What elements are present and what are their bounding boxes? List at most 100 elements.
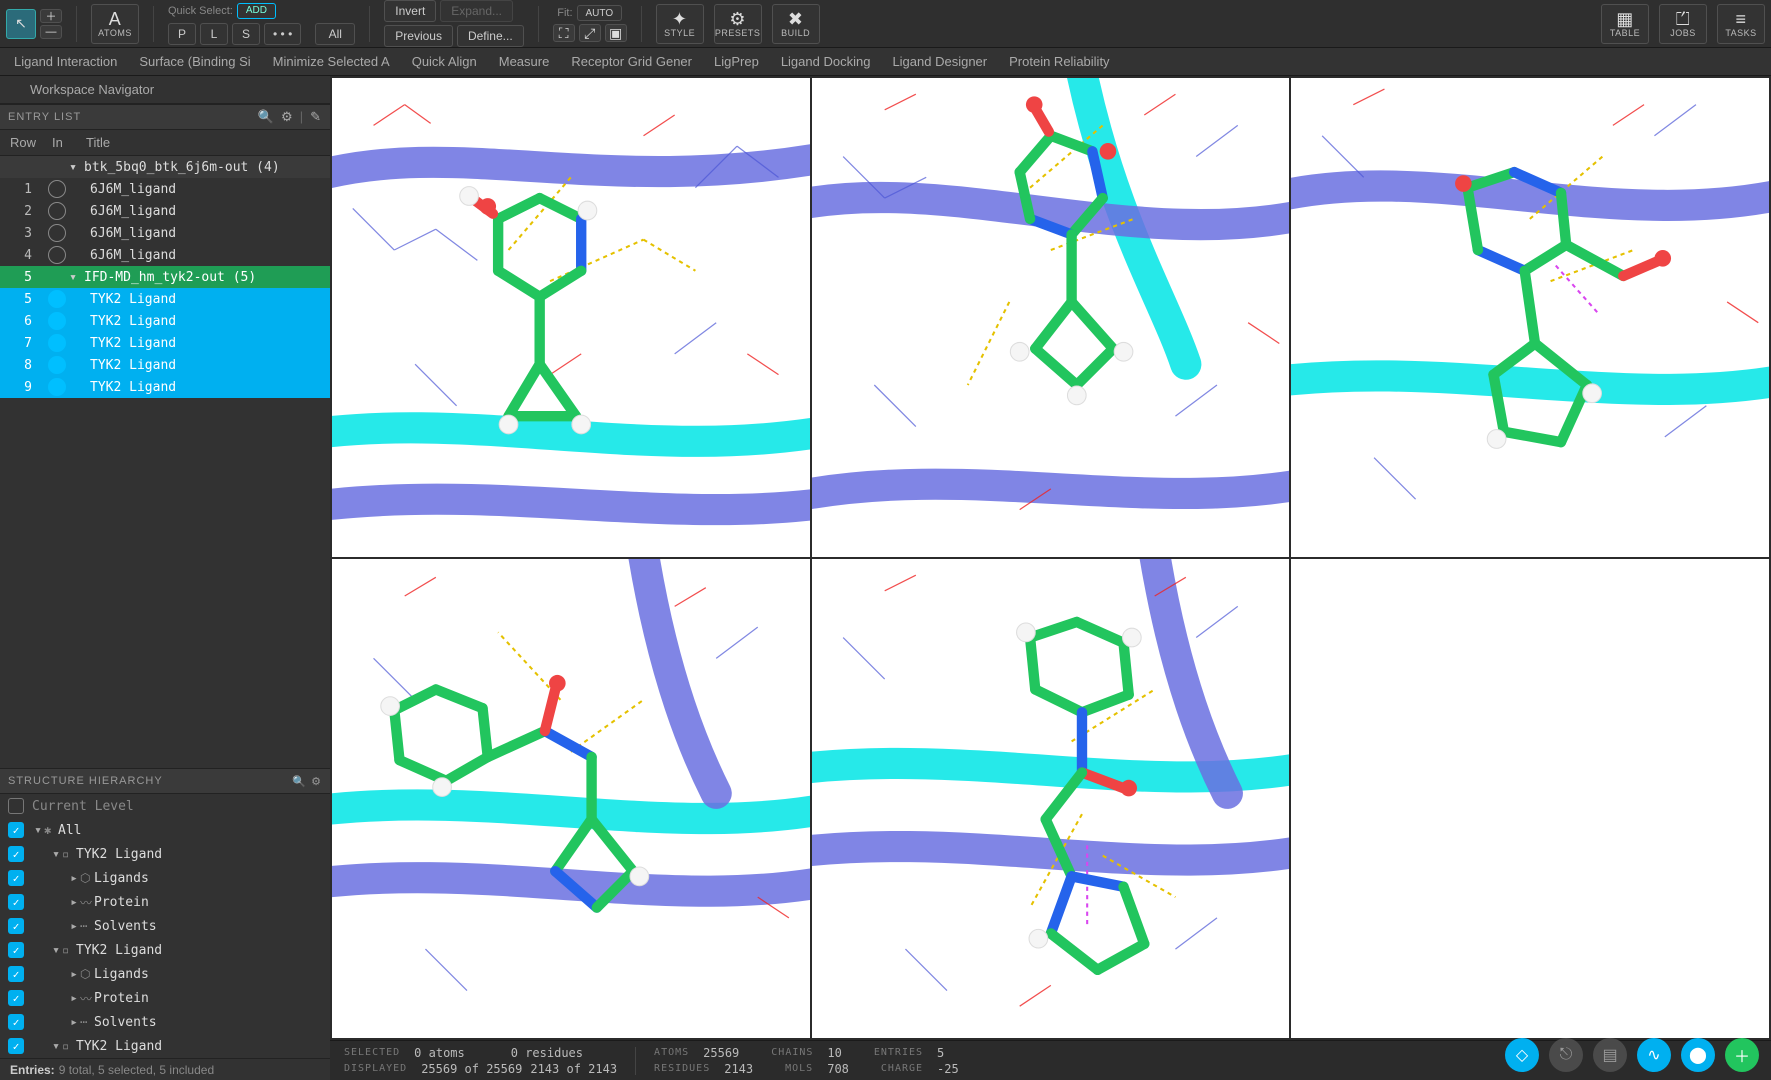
sh-child-row[interactable]: ✓▸⋯Solvents — [0, 914, 330, 938]
checkbox[interactable]: ✓ — [8, 1038, 24, 1054]
menu-minimize[interactable]: Minimize Selected A — [273, 54, 390, 69]
include-toggle[interactable] — [48, 378, 66, 396]
sh-child-row[interactable]: ✓▸⬡Ligands — [0, 962, 330, 986]
chevron-down-icon[interactable]: ▾ — [50, 943, 62, 958]
viewport-tile[interactable] — [332, 78, 810, 557]
viewport-tile[interactable] — [812, 559, 1290, 1038]
fab-interactions[interactable]: ⎋ — [1549, 1038, 1583, 1072]
gear-icon[interactable]: ⚙ — [311, 776, 322, 788]
entry-row-selected[interactable]: 9TYK2 Ligand — [0, 376, 330, 398]
entry-row-selected[interactable]: 7TYK2 Ligand — [0, 332, 330, 354]
checkbox[interactable]: ✓ — [8, 846, 24, 862]
menu-ligprep[interactable]: LigPrep — [714, 54, 759, 69]
qs-more-button[interactable]: • • • — [264, 23, 301, 45]
chevron-down-icon[interactable]: ▾ — [66, 270, 80, 285]
sh-child-row[interactable]: ✓▸〰Protein — [0, 890, 330, 914]
entry-row[interactable]: 26J6M_ligand — [0, 200, 330, 222]
sh-group-row[interactable]: ✓▾▫TYK2 Ligand — [0, 938, 330, 962]
menu-measure[interactable]: Measure — [499, 54, 550, 69]
viewport-tile[interactable] — [332, 559, 810, 1038]
sh-group-row[interactable]: ✓▾▫TYK2 Ligand — [0, 1034, 330, 1058]
search-icon[interactable]: 🔍 — [292, 776, 307, 788]
fit-all-icon[interactable]: ⛶ — [553, 24, 575, 42]
sh-child-row[interactable]: ✓▸⋯Solvents — [0, 1010, 330, 1034]
table-button[interactable]: ▦TABLE — [1601, 4, 1649, 44]
entry-group[interactable]: ▾ btk_5bq0_btk_6j6m-out (4) — [0, 156, 330, 178]
sh-child-row[interactable]: ✓▸⬡Ligands — [0, 866, 330, 890]
sh-group-row[interactable]: ✓▾▫TYK2 Ligand — [0, 842, 330, 866]
checkbox[interactable]: ✓ — [8, 870, 24, 886]
current-level-checkbox[interactable] — [8, 798, 24, 814]
checkbox[interactable]: ✓ — [8, 918, 24, 934]
chevron-right-icon[interactable]: ▸ — [68, 895, 80, 910]
fab-add[interactable]: ＋ — [1725, 1038, 1759, 1072]
build-button[interactable]: ✖BUILD — [772, 4, 820, 44]
qs-s-button[interactable]: S — [232, 23, 260, 45]
include-toggle[interactable] — [48, 224, 66, 242]
chevron-right-icon[interactable]: ▸ — [68, 1015, 80, 1030]
chevron-right-icon[interactable]: ▸ — [68, 967, 80, 982]
entry-row[interactable]: 16J6M_ligand — [0, 178, 330, 200]
pen-icon[interactable]: ✎ — [310, 109, 322, 125]
chevron-down-icon[interactable]: ▾ — [50, 847, 62, 862]
chevron-down-icon[interactable]: ▾ — [50, 1039, 62, 1054]
entry-row-selected[interactable]: 5TYK2 Ligand — [0, 288, 330, 310]
include-toggle[interactable] — [48, 312, 66, 330]
entry-row[interactable]: 36J6M_ligand — [0, 222, 330, 244]
atoms-mode-button[interactable]: A ATOMS — [91, 4, 139, 44]
fab-measure[interactable]: ▤ — [1593, 1038, 1627, 1072]
tasks-button[interactable]: ≡TASKS — [1717, 4, 1765, 44]
checkbox[interactable]: ✓ — [8, 1014, 24, 1030]
chevron-right-icon[interactable]: ▸ — [68, 871, 80, 886]
marquee-add-button[interactable]: ＋ — [40, 9, 62, 23]
entry-row-selected[interactable]: 8TYK2 Ligand — [0, 354, 330, 376]
quick-select-mode[interactable]: ADD — [237, 3, 276, 19]
checkbox[interactable]: ✓ — [8, 966, 24, 982]
include-toggle[interactable] — [48, 180, 66, 198]
fab-labels[interactable]: ◇ — [1505, 1038, 1539, 1072]
chevron-down-icon[interactable]: ▾ — [32, 823, 44, 838]
menu-ligand-docking[interactable]: Ligand Docking — [781, 54, 871, 69]
viewport-tile[interactable] — [812, 78, 1290, 557]
fit-selection-icon[interactable]: ▣ — [605, 24, 627, 42]
qs-l-button[interactable]: L — [200, 23, 228, 45]
menu-protein-reliability[interactable]: Protein Reliability — [1009, 54, 1109, 69]
entry-row[interactable]: 46J6M_ligand — [0, 244, 330, 266]
include-toggle[interactable] — [48, 202, 66, 220]
invert-button[interactable]: Invert — [384, 0, 436, 22]
chevron-down-icon[interactable]: ▾ — [66, 160, 80, 175]
menu-quick-align[interactable]: Quick Align — [412, 54, 477, 69]
include-toggle[interactable] — [48, 246, 66, 264]
fit-ligand-icon[interactable]: ⤢ — [579, 24, 601, 42]
expand-button[interactable]: Expand... — [440, 0, 513, 22]
fit-mode[interactable]: AUTO — [577, 5, 623, 21]
qs-all-button[interactable]: All — [315, 23, 355, 45]
marquee-sub-button[interactable]: — — [40, 25, 62, 39]
checkbox[interactable]: ✓ — [8, 894, 24, 910]
fab-ribbon[interactable]: ∿ — [1637, 1038, 1671, 1072]
qs-p-button[interactable]: P — [168, 23, 196, 45]
menu-surface[interactable]: Surface (Binding Si — [139, 54, 250, 69]
include-toggle[interactable] — [48, 334, 66, 352]
define-button[interactable]: Define... — [457, 25, 524, 47]
include-toggle[interactable] — [48, 290, 66, 308]
chevron-right-icon[interactable]: ▸ — [68, 991, 80, 1006]
presets-button[interactable]: ⚙PRESETS — [714, 4, 762, 44]
include-toggle[interactable] — [48, 356, 66, 374]
search-icon[interactable]: 🔍 — [258, 109, 275, 125]
viewport-tile[interactable] — [1291, 78, 1769, 557]
menu-receptor-grid[interactable]: Receptor Grid Gener — [571, 54, 692, 69]
checkbox[interactable]: ✓ — [8, 990, 24, 1006]
sh-child-row[interactable]: ✓▸〰Protein — [0, 986, 330, 1010]
entry-row-selected[interactable]: 6TYK2 Ligand — [0, 310, 330, 332]
jobs-button[interactable]: ⏍JOBS — [1659, 4, 1707, 44]
menu-ligand-interaction[interactable]: Ligand Interaction — [14, 54, 117, 69]
chevron-right-icon[interactable]: ▸ — [68, 919, 80, 934]
style-button[interactable]: ✦STYLE — [656, 4, 704, 44]
viewport-tile-empty[interactable] — [1291, 559, 1769, 1038]
gear-icon[interactable]: ⚙ — [281, 109, 294, 125]
sh-all-row[interactable]: ✓ ▾ ✱ All — [0, 818, 330, 842]
previous-button[interactable]: Previous — [384, 25, 453, 47]
menu-ligand-designer[interactable]: Ligand Designer — [892, 54, 987, 69]
entry-group-selected[interactable]: 5 ▾ IFD-MD_hm_tyk2-out (5) — [0, 266, 330, 288]
